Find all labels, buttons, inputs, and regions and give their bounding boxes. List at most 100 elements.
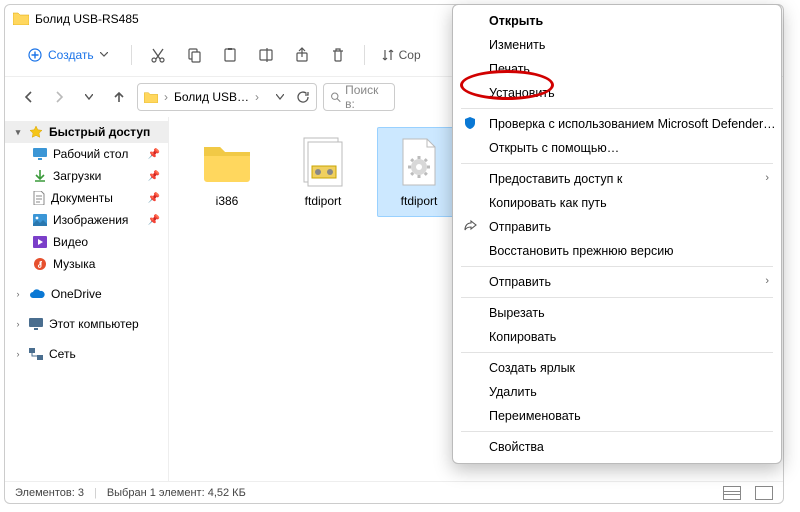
separator — [364, 45, 365, 65]
share-icon — [463, 219, 479, 235]
folder-icon — [13, 11, 29, 28]
forward-button[interactable] — [47, 85, 71, 109]
status-count: Элементов: 3 — [15, 487, 84, 499]
shield-icon — [463, 116, 479, 132]
ctx-copy[interactable]: Копировать — [453, 325, 781, 349]
view-details-button[interactable] — [723, 486, 741, 500]
ctx-rename[interactable]: Переименовать — [453, 404, 781, 428]
create-button[interactable]: Создать — [17, 43, 119, 67]
sidebar-item-label: Загрузки — [53, 169, 101, 183]
ctx-openwith[interactable]: Открыть с помощью… — [453, 136, 781, 160]
separator — [461, 297, 773, 298]
ctx-print[interactable]: Печать — [453, 57, 781, 81]
download-icon — [33, 169, 47, 183]
share-icon — [294, 47, 310, 63]
video-icon — [33, 236, 47, 248]
network-icon — [29, 348, 43, 360]
file-item-inf-selected[interactable]: ftdiport — [377, 127, 461, 217]
sidebar-item-music[interactable]: Музыка — [25, 253, 168, 275]
addr-chevron: › — [164, 90, 168, 104]
sidebar-item-label: Этот компьютер — [49, 317, 139, 331]
delete-button[interactable] — [324, 41, 352, 69]
sidebar-item-label: Видео — [53, 235, 88, 249]
addr-chevron: › — [255, 90, 259, 104]
chevron-right-icon: › — [765, 275, 769, 287]
ctx-shortcut[interactable]: Создать ярлык — [453, 356, 781, 380]
sidebar-item-documents[interactable]: Документы 📌 — [25, 187, 168, 209]
search-icon — [330, 91, 341, 103]
ctx-delete[interactable]: Удалить — [453, 380, 781, 404]
inf-file-icon — [295, 134, 351, 190]
sidebar-item-label: Изображения — [53, 213, 128, 227]
sidebar: ▾ Быстрый доступ Рабочий стол 📌 Загрузки… — [5, 117, 169, 481]
chevron-right-icon: › — [13, 349, 23, 359]
rename-icon — [258, 47, 274, 63]
paste-button[interactable] — [216, 41, 244, 69]
cut-button[interactable] — [144, 41, 172, 69]
pin-icon: 📌 — [148, 215, 160, 226]
statusbar: Элементов: 3 | Выбран 1 элемент: 4,52 КБ — [5, 481, 783, 503]
sort-button[interactable]: Сор — [377, 41, 425, 69]
copy-icon — [186, 47, 202, 63]
ctx-properties[interactable]: Свойства — [453, 435, 781, 459]
sidebar-item-onedrive[interactable]: › OneDrive — [5, 283, 168, 305]
back-button[interactable] — [17, 85, 41, 109]
sidebar-item-desktop[interactable]: Рабочий стол 📌 — [25, 143, 168, 165]
separator — [461, 108, 773, 109]
pc-icon — [29, 318, 43, 330]
file-label: ftdiport — [286, 194, 360, 208]
separator — [461, 431, 773, 432]
file-item-inf-cat[interactable]: ftdiport — [281, 127, 365, 217]
plus-circle-icon — [28, 48, 42, 62]
file-item-folder[interactable]: i386 — [185, 127, 269, 217]
recent-button[interactable] — [77, 85, 101, 109]
context-menu: Открыть Изменить Печать Установить Прове… — [452, 4, 782, 464]
addr-folder: Болид USB… — [174, 90, 249, 104]
refresh-button[interactable] — [296, 90, 310, 104]
star-icon — [29, 125, 43, 139]
sidebar-quick-access[interactable]: ▾ Быстрый доступ — [5, 121, 168, 143]
search-box[interactable]: Поиск в: — [323, 83, 395, 111]
copy-button[interactable] — [180, 41, 208, 69]
share-button[interactable] — [288, 41, 316, 69]
ctx-sendto[interactable]: Отправить› — [453, 270, 781, 294]
view-large-button[interactable] — [755, 486, 773, 500]
create-label: Создать — [48, 48, 94, 62]
ctx-defender[interactable]: Проверка с использованием Microsoft Defe… — [453, 112, 781, 136]
separator — [461, 163, 773, 164]
sidebar-item-downloads[interactable]: Загрузки 📌 — [25, 165, 168, 187]
up-button[interactable] — [107, 85, 131, 109]
ctx-restore-version[interactable]: Восстановить прежнюю версию — [453, 239, 781, 263]
sort-label: Сор — [399, 48, 421, 62]
ctx-edit[interactable]: Изменить — [453, 33, 781, 57]
file-label: i386 — [190, 194, 264, 208]
clipboard-icon — [222, 47, 238, 63]
ctx-grantaccess[interactable]: Предоставить доступ к› — [453, 167, 781, 191]
separator — [461, 266, 773, 267]
ctx-open[interactable]: Открыть — [453, 9, 781, 33]
cloud-icon — [29, 289, 45, 299]
search-placeholder: Поиск в: — [345, 83, 388, 111]
sidebar-item-label: OneDrive — [51, 287, 102, 301]
music-icon — [33, 257, 47, 271]
address-bar[interactable]: › Болид USB… › — [137, 83, 317, 111]
ctx-install[interactable]: Установить — [453, 81, 781, 105]
separator — [461, 352, 773, 353]
sidebar-item-thispc[interactable]: › Этот компьютер — [5, 313, 168, 335]
pictures-icon — [33, 214, 47, 226]
ctx-cut[interactable]: Вырезать — [453, 301, 781, 325]
sidebar-item-label: Документы — [51, 191, 113, 205]
sidebar-item-pictures[interactable]: Изображения 📌 — [25, 209, 168, 231]
trash-icon — [330, 47, 346, 63]
sort-icon — [381, 48, 395, 62]
rename-button[interactable] — [252, 41, 280, 69]
chevron-down-icon[interactable] — [276, 94, 284, 100]
chevron-right-icon: › — [765, 172, 769, 184]
sidebar-item-videos[interactable]: Видео — [25, 231, 168, 253]
sidebar-item-network[interactable]: › Сеть — [5, 343, 168, 365]
ctx-share[interactable]: Отправить — [453, 215, 781, 239]
folder-icon — [144, 91, 158, 103]
ctx-copypath[interactable]: Копировать как путь — [453, 191, 781, 215]
sidebar-item-label: Сеть — [49, 347, 76, 361]
pin-icon: 📌 — [148, 193, 160, 204]
